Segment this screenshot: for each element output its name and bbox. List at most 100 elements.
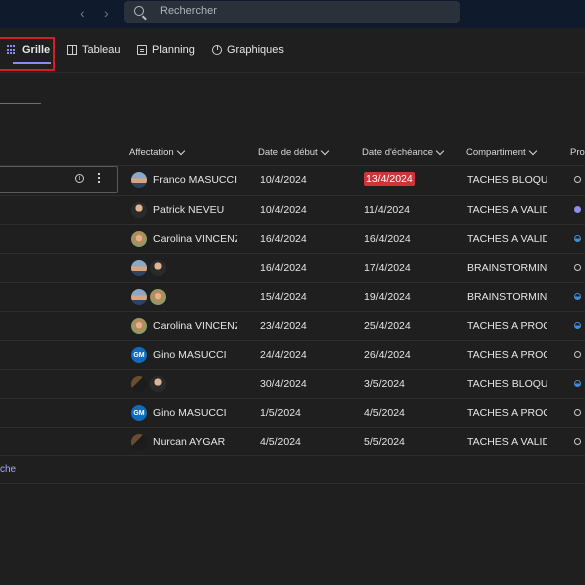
header-label: Prog <box>570 146 585 158</box>
bucket-name: BRAINSTORMING <box>467 262 547 274</box>
assignee-name: Nurcan AYGAR <box>153 436 226 448</box>
bucket-name: TACHES A PROGR. <box>467 320 547 332</box>
tab-label: Tableau <box>82 44 121 56</box>
table-row[interactable]: 16/4/2024 17/4/2024 BRAINSTORMING <box>0 254 585 283</box>
start-date: 15/4/2024 <box>260 291 307 303</box>
column-header-progress[interactable]: Prog <box>570 144 585 160</box>
progress-in-progress-icon[interactable] <box>574 235 581 242</box>
tab-graphiques[interactable]: Graphiques <box>212 42 284 58</box>
avatar <box>131 318 147 334</box>
start-date: 10/4/2024 <box>260 204 307 216</box>
due-date: 3/5/2024 <box>364 378 405 390</box>
tab-planning[interactable]: Planning <box>137 42 195 58</box>
annotation-highlight-box <box>0 37 55 71</box>
row-divider <box>0 455 585 456</box>
avatar <box>150 260 166 276</box>
due-date: 5/5/2024 <box>364 436 405 448</box>
assignee-name: Patrick NEVEU <box>153 204 225 216</box>
bucket-name: TACHES A PROGR. <box>467 407 547 419</box>
start-date: 16/4/2024 <box>260 233 307 245</box>
avatar-initials: GM <box>131 405 147 421</box>
chevron-down-icon <box>320 146 329 155</box>
avatar <box>131 376 147 392</box>
start-date: 4/5/2024 <box>260 436 301 448</box>
column-header-start[interactable]: Date de début <box>258 144 329 160</box>
due-date: 25/4/2024 <box>364 320 411 332</box>
bucket-name: TACHES A VALIDEI <box>467 204 547 216</box>
table-row[interactable]: 15/4/2024 19/4/2024 BRAINSTORMING <box>0 283 585 312</box>
bucket-name: TACHES A PROGR. <box>467 349 547 361</box>
column-header-assign[interactable]: Affectation <box>129 144 185 160</box>
progress-not-started-icon[interactable] <box>574 176 581 183</box>
header-label: Affectation <box>129 146 174 158</box>
avatar <box>150 289 166 305</box>
schedule-icon <box>137 45 147 55</box>
table-row[interactable]: 30/4/2024 3/5/2024 TACHES BLOQUEE <box>0 370 585 399</box>
progress-in-progress-icon[interactable] <box>574 380 581 387</box>
start-date: 23/4/2024 <box>260 320 307 332</box>
board-icon <box>67 45 77 55</box>
progress-not-started-icon[interactable] <box>574 351 581 358</box>
due-date: 4/5/2024 <box>364 407 405 419</box>
progress-in-progress-icon[interactable] <box>574 322 581 329</box>
column-header-bucket[interactable]: Compartiment <box>466 144 537 160</box>
assignee-name: Gino MASUCCI <box>153 407 227 419</box>
row-divider <box>0 483 585 484</box>
due-date: 17/4/2024 <box>364 262 411 274</box>
avatar-initials: GM <box>131 347 147 363</box>
due-date: 11/4/2024 <box>364 204 410 216</box>
tab-label: Graphiques <box>227 44 284 56</box>
progress-in-progress-icon[interactable] <box>574 293 581 300</box>
table-row[interactable]: Carolina VINCENZO 16/4/2024 16/4/2024 TA… <box>0 225 585 254</box>
start-date: 16/4/2024 <box>260 262 307 274</box>
chart-icon <box>212 45 222 55</box>
header-label: Date de début <box>258 146 318 158</box>
table-row[interactable]: Carolina VINCENZO 23/4/2024 25/4/2024 TA… <box>0 312 585 341</box>
due-date: 19/4/2024 <box>364 291 411 303</box>
table-row[interactable]: Nurcan AYGAR 4/5/2024 5/5/2024 TACHES A … <box>0 428 585 457</box>
tab-label: Planning <box>152 44 195 56</box>
avatar <box>131 202 147 218</box>
add-task-link[interactable]: che <box>0 464 16 475</box>
progress-not-started-icon[interactable] <box>574 264 581 271</box>
column-header-due[interactable]: Date d'échéance <box>362 144 445 160</box>
top-bar: ‹ › Rechercher <box>0 0 585 28</box>
avatar <box>131 260 147 276</box>
progress-completed-icon[interactable] <box>574 206 581 213</box>
assignee-name: Carolina VINCENZO <box>153 320 237 332</box>
forward-arrow-icon[interactable]: › <box>104 5 109 21</box>
table-row[interactable]: Franco MASUCCI 10/4/2024 13/4/2024 TACHE… <box>0 166 585 195</box>
view-tab-bar: Grille Tableau Planning Graphiques <box>0 28 585 73</box>
header-label: Compartiment <box>466 146 526 158</box>
divider <box>0 103 41 104</box>
chevron-down-icon <box>528 146 537 155</box>
start-date: 10/4/2024 <box>260 174 307 186</box>
table-row[interactable]: GM Gino MASUCCI 24/4/2024 26/4/2024 TACH… <box>0 341 585 370</box>
progress-not-started-icon[interactable] <box>574 438 581 445</box>
due-date-overdue: 13/4/2024 <box>364 172 415 186</box>
start-date: 24/4/2024 <box>260 349 307 361</box>
due-date: 16/4/2024 <box>364 233 411 245</box>
assignee-name: Gino MASUCCI <box>153 349 227 361</box>
start-date: 1/5/2024 <box>260 407 301 419</box>
table-row[interactable]: Patrick NEVEU 10/4/2024 11/4/2024 TACHES… <box>0 196 585 225</box>
bucket-name: TACHES A VALIDEI <box>467 436 547 448</box>
tab-tableau[interactable]: Tableau <box>67 42 121 58</box>
bucket-name: TACHES BLOQUEE <box>467 174 547 186</box>
search-icon <box>134 6 144 16</box>
avatar <box>150 376 166 392</box>
bucket-name: BRAINSTORMING <box>467 291 547 303</box>
search-input[interactable]: Rechercher <box>124 1 460 23</box>
bucket-name: TACHES A VALIDEI <box>467 233 547 245</box>
avatar <box>131 172 147 188</box>
chevron-down-icon <box>176 146 185 155</box>
avatar <box>131 434 147 450</box>
chevron-down-icon <box>435 146 445 155</box>
assignee-name: Franco MASUCCI <box>153 174 237 186</box>
start-date: 30/4/2024 <box>260 378 307 390</box>
bucket-name: TACHES BLOQUEE <box>467 378 547 390</box>
table-row[interactable]: GM Gino MASUCCI 1/5/2024 4/5/2024 TACHES… <box>0 399 585 428</box>
back-arrow-icon[interactable]: ‹ <box>80 5 85 21</box>
avatar <box>131 231 147 247</box>
progress-not-started-icon[interactable] <box>574 409 581 416</box>
